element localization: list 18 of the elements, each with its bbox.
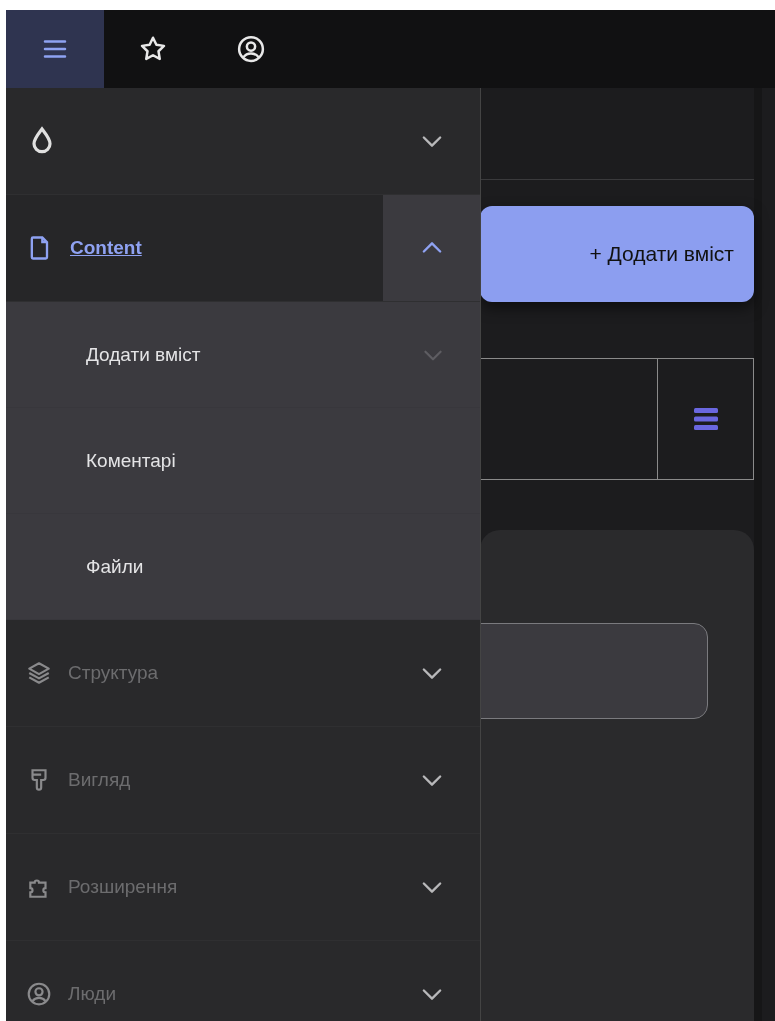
- menu-label: Коментарі: [86, 449, 176, 472]
- submenu-item[interactable]: Додати вміст: [6, 302, 480, 408]
- menu-label: Люди: [68, 983, 116, 1005]
- submenu-item[interactable]: Коментарі: [6, 408, 480, 514]
- menu-button[interactable]: [6, 10, 104, 88]
- expand-toggle[interactable]: [383, 195, 480, 301]
- user-icon: [236, 34, 266, 64]
- menu-label: Файли: [86, 555, 144, 578]
- menu-label: Структура: [68, 662, 159, 684]
- add-content-button[interactable]: + Додати вміст: [480, 206, 754, 302]
- layers-icon: [26, 660, 52, 686]
- input-field[interactable]: [480, 623, 708, 719]
- list-icon: [693, 408, 718, 430]
- menu-label: Розширення: [68, 876, 178, 898]
- user-icon: [26, 981, 52, 1007]
- menu-link[interactable]: Content: [70, 237, 142, 259]
- menu-label: Вигляд: [68, 769, 131, 791]
- menu-label: Додати вміст: [86, 343, 201, 366]
